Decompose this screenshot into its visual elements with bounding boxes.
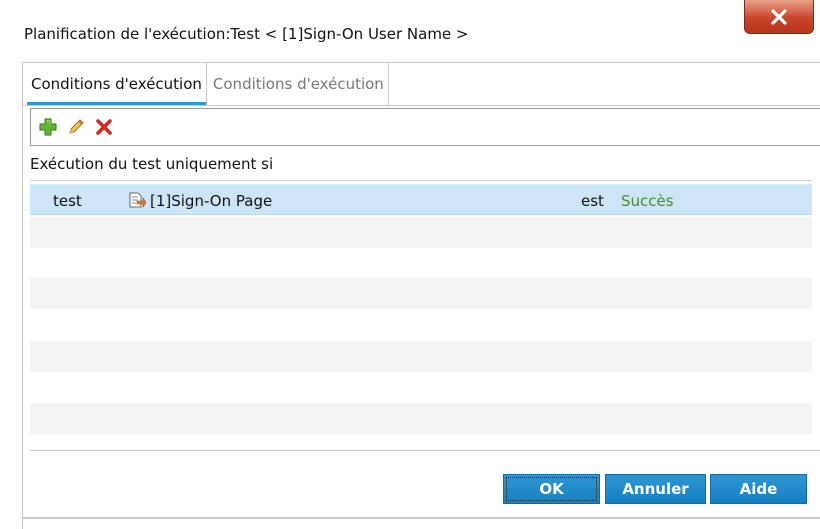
- close-icon: [771, 8, 787, 25]
- table-row-empty: [30, 278, 812, 309]
- tab-label: Conditions d'exécution: [212, 75, 384, 93]
- status-cell: Succès: [621, 192, 674, 210]
- table-row-empty: [30, 217, 812, 248]
- add-condition-button[interactable]: [37, 116, 59, 138]
- footer-divider: [30, 450, 820, 451]
- conditions-label: Exécution du test uniquement si: [30, 155, 274, 173]
- tab-conditions-1[interactable]: Conditions d'exécution: [23, 63, 207, 105]
- title-bar: Planification de l'exécution:Test < [1]S…: [0, 0, 820, 62]
- table-row-empty: [30, 403, 812, 434]
- dialog-bottom-border: [22, 517, 820, 519]
- pencil-icon: [69, 119, 84, 134]
- operator-cell: est: [581, 192, 604, 210]
- help-button[interactable]: Aide: [710, 474, 807, 504]
- tab-divider: [23, 105, 820, 106]
- toolbar: [30, 108, 820, 146]
- edit-condition-button[interactable]: [65, 116, 87, 138]
- cancel-button[interactable]: Annuler: [605, 474, 706, 504]
- page-icon: [129, 192, 146, 208]
- page-cell: [1]Sign-On Page: [150, 192, 273, 210]
- window-title: Planification de l'exécution:Test < [1]S…: [24, 25, 469, 43]
- test-cell: test: [53, 192, 82, 210]
- tab-conditions-2[interactable]: Conditions d'exécution: [207, 63, 389, 105]
- delete-x-icon: [96, 119, 112, 135]
- delete-condition-button[interactable]: [93, 116, 115, 138]
- tab-label: Conditions d'exécution: [31, 75, 202, 93]
- plus-icon: [39, 118, 57, 136]
- close-button[interactable]: [744, 0, 814, 34]
- ok-button[interactable]: OK: [503, 474, 600, 504]
- tab-bar: Conditions d'exécution Conditions d'exéc…: [23, 63, 389, 105]
- table-row[interactable]: test [1]Sign-On Page est Succès: [30, 184, 812, 215]
- table-edge: [812, 180, 820, 450]
- conditions-table: test [1]Sign-On Page est Succès: [30, 180, 812, 450]
- scheduling-dialog: Planification de l'exécution:Test < [1]S…: [0, 0, 820, 529]
- table-row-empty: [30, 341, 812, 372]
